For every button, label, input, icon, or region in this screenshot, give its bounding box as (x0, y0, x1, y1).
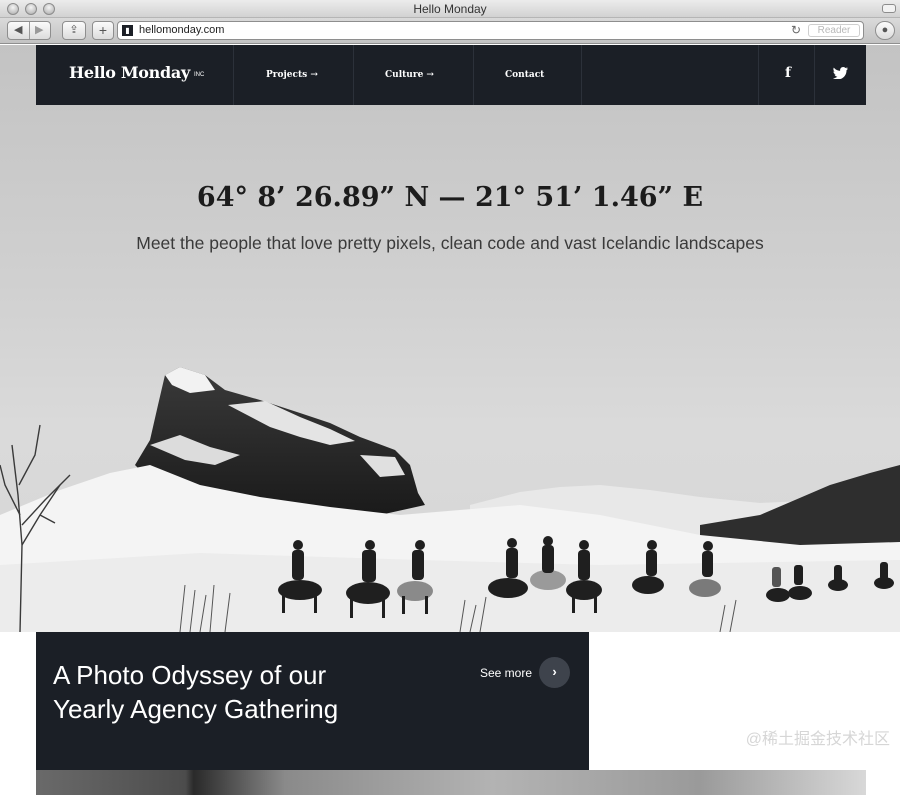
plus-icon: + (98, 22, 108, 38)
forward-arrow-icon[interactable]: ▶ (35, 22, 43, 39)
nav-divider (758, 45, 759, 105)
downloads-button[interactable]: ● (875, 21, 895, 40)
window-title: Hello Monday (413, 2, 487, 16)
site-logo[interactable]: Hello Monday (69, 63, 190, 82)
hero-tagline: Meet the people that love pretty pixels,… (136, 233, 764, 253)
downloads-icon: ● (881, 24, 889, 36)
nav-item-culture[interactable]: Culture → (385, 70, 434, 80)
reader-button[interactable]: Reader (808, 24, 860, 37)
address-bar[interactable]: ▮ hellomonday.com ↻ Reader (117, 21, 864, 40)
reload-icon[interactable]: ↻ (791, 23, 801, 37)
chevron-right-icon[interactable]: › (539, 657, 570, 688)
facebook-icon[interactable]: f (785, 65, 791, 81)
nav-divider (581, 45, 582, 105)
nav-divider (233, 45, 234, 105)
hero-section: Hello Monday INC Projects → Culture → Co… (0, 45, 900, 632)
iceland-landscape-photo (0, 367, 900, 632)
feature-title: A Photo Odyssey of our Yearly Agency Gat… (53, 658, 383, 726)
back-arrow-icon[interactable]: ◀ (14, 22, 22, 39)
nav-item-contact[interactable]: Contact (505, 70, 544, 80)
feature-card[interactable]: A Photo Odyssey of our Yearly Agency Gat… (36, 632, 589, 770)
logo-suffix: INC (194, 72, 205, 78)
see-more-link[interactable]: See more (480, 666, 532, 680)
hero-coordinates: 64° 8’ 26.89” N — 21° 51’ 1.46” E (196, 182, 704, 213)
nav-buttons: ◀ ▶ (7, 21, 51, 40)
feature-title-line: Yearly Agency Gathering (53, 694, 339, 724)
divider (29, 22, 30, 39)
share-icon: ⇪ (69, 24, 79, 36)
url-text: hellomonday.com (139, 24, 225, 36)
web-page: Hello Monday INC Projects → Culture → Co… (0, 45, 900, 795)
share-button[interactable]: ⇪ (62, 21, 86, 40)
twitter-bird-icon (833, 67, 848, 79)
browser-toolbar: ◀ ▶ ⇪ + ▮ hellomonday.com ↻ Reader ● (0, 18, 900, 44)
nav-item-projects[interactable]: Projects → (266, 70, 318, 80)
nav-divider (353, 45, 354, 105)
window-titlebar: Hello Monday (0, 0, 900, 18)
nav-divider (473, 45, 474, 105)
toolbar-toggle-button[interactable] (882, 4, 896, 13)
next-section-preview (36, 770, 866, 795)
feature-title-line: A Photo Odyssey of our (53, 660, 327, 690)
add-bookmark-button[interactable]: + (92, 21, 114, 40)
watermark-text: @稀土掘金技术社区 (745, 731, 890, 748)
site-navigation: Hello Monday INC Projects → Culture → Co… (36, 45, 866, 105)
nav-divider (814, 45, 815, 105)
site-favicon-icon: ▮ (122, 25, 133, 36)
